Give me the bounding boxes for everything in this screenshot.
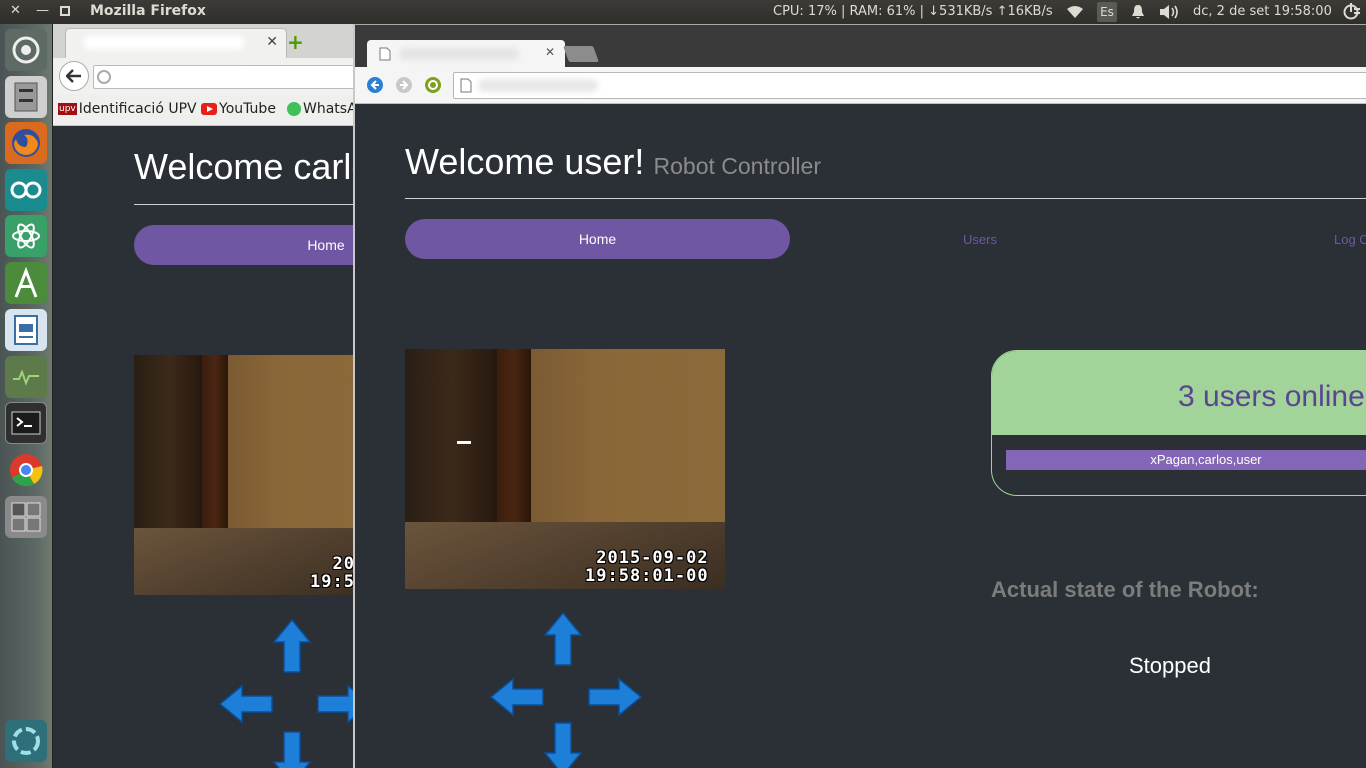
robot-state-title: Actual state of the Robot:	[991, 577, 1259, 602]
page-title: Welcome carlo	[134, 146, 366, 187]
robot-state-value: Stopped	[1129, 653, 1211, 678]
page-icon	[379, 47, 391, 61]
move-forward-arrow-icon[interactable]	[543, 611, 583, 667]
firefox-nav-bar	[53, 58, 366, 94]
page-subtitle: Robot Controller	[653, 153, 821, 179]
firefox-window: ✕ + upv Identificació UPV YouTube WhatsA…	[53, 24, 366, 768]
firefox-tab-bar: ✕ +	[53, 24, 366, 58]
browser-tab[interactable]: ✕	[367, 40, 565, 67]
url-redacted	[478, 79, 598, 92]
document-viewer-icon[interactable]	[5, 309, 47, 351]
close-window-icon[interactable]: ✕	[10, 3, 21, 18]
move-right-arrow-icon[interactable]	[587, 677, 643, 717]
upv-icon: upv	[58, 103, 77, 115]
page-icon	[460, 78, 472, 93]
minimize-window-icon[interactable]: —	[36, 3, 49, 18]
close-tab-icon[interactable]: ✕	[266, 34, 278, 50]
whatsapp-icon	[287, 102, 301, 116]
nav-home-button[interactable]: Home	[405, 219, 790, 259]
trash-icon[interactable]	[5, 720, 47, 762]
move-backward-arrow-icon[interactable]	[272, 730, 312, 768]
back-arrow-icon[interactable]	[59, 61, 89, 91]
wifi-icon[interactable]	[1064, 2, 1086, 22]
browser-window: ✕ Welcome user! Robot Controller Home Us…	[353, 24, 1366, 768]
new-tab-plus-icon[interactable]: +	[287, 30, 304, 54]
launcher	[0, 24, 53, 768]
atom-icon[interactable]	[5, 215, 47, 257]
nav-home-button[interactable]: Home	[134, 225, 366, 265]
bookmark-youtube[interactable]: YouTube	[201, 101, 276, 117]
firefox-icon[interactable]	[5, 122, 47, 164]
browser-tab-bar: ✕	[355, 25, 1366, 67]
tab-title-redacted	[399, 48, 519, 60]
system-monitor-app-icon[interactable]	[5, 356, 47, 398]
keyboard-layout-indicator[interactable]: Es	[1097, 2, 1117, 22]
forward-arrow-icon[interactable]	[395, 76, 413, 94]
nav-users-link[interactable]: Users	[963, 232, 997, 247]
users-online-count: 3 users online	[1178, 380, 1365, 413]
session-menu-icon[interactable]	[1340, 2, 1362, 22]
back-arrow-icon[interactable]	[366, 76, 384, 94]
camera-feed-image: 20 19:5	[134, 355, 366, 595]
page-content: Welcome user! Robot Controller Home User…	[355, 105, 1366, 768]
firefox-page-content: Welcome carlo Home 20 19:5	[53, 126, 366, 768]
close-tab-icon[interactable]: ✕	[545, 45, 555, 59]
active-app-title: Mozilla Firefox	[90, 3, 206, 19]
move-left-arrow-icon[interactable]	[489, 677, 545, 717]
terminal-icon[interactable]	[5, 402, 47, 444]
nav-logout-link[interactable]: Log C	[1334, 232, 1366, 247]
workspace-switcher-icon[interactable]	[5, 496, 47, 538]
youtube-icon	[201, 103, 217, 115]
globe-icon	[97, 70, 111, 84]
firefox-url-bar[interactable]	[93, 65, 366, 89]
title-divider	[405, 198, 1366, 199]
url-redacted	[120, 71, 245, 83]
new-tab-button[interactable]	[563, 46, 599, 62]
maximize-window-icon[interactable]	[60, 5, 70, 20]
bookmark-upv[interactable]: upv Identificació UPV	[58, 101, 197, 117]
arduino-icon[interactable]	[5, 169, 47, 211]
bookmark-whatsapp[interactable]: WhatsA	[287, 101, 357, 117]
camera-timestamp: 20 19:5	[310, 554, 355, 592]
page-header: Welcome user! Robot Controller	[405, 141, 821, 183]
page-title: Welcome user!	[405, 141, 645, 182]
users-online-panel: 3 users online xPagan,carlos,user	[991, 350, 1366, 496]
chrome-icon[interactable]	[5, 449, 47, 491]
notification-bell-icon[interactable]	[1128, 2, 1148, 22]
move-backward-arrow-icon[interactable]	[543, 721, 583, 768]
title-divider	[134, 204, 366, 205]
dash-home-icon[interactable]	[5, 29, 47, 71]
volume-icon[interactable]	[1158, 2, 1182, 22]
tab-title-redacted	[84, 36, 244, 50]
camera-timestamp: 2015-09-02 19:58:01-00	[585, 548, 709, 586]
file-cabinet-icon[interactable]	[5, 76, 47, 118]
users-list: xPagan,carlos,user	[1006, 450, 1366, 470]
reload-icon[interactable]	[424, 76, 442, 94]
url-bar[interactable]	[453, 72, 1366, 99]
browser-nav-bar	[355, 67, 1366, 104]
firefox-tab[interactable]: ✕	[65, 28, 287, 58]
android-studio-icon[interactable]	[5, 262, 47, 304]
camera-feed-image: 2015-09-02 19:58:01-00	[405, 349, 725, 589]
clock[interactable]: dc, 2 de set 19:58:00	[1193, 4, 1332, 19]
bookmarks-bar: upv Identificació UPV YouTube WhatsA	[53, 94, 366, 126]
move-left-arrow-icon[interactable]	[218, 684, 274, 724]
users-online-header: 3 users online	[992, 351, 1366, 435]
top-panel: ✕ — Mozilla Firefox CPU: 17% | RAM: 61% …	[0, 0, 1366, 24]
system-monitor[interactable]: CPU: 17% | RAM: 61% | ↓531KB/s ↑16KB/s	[773, 4, 1053, 19]
move-forward-arrow-icon[interactable]	[272, 618, 312, 674]
